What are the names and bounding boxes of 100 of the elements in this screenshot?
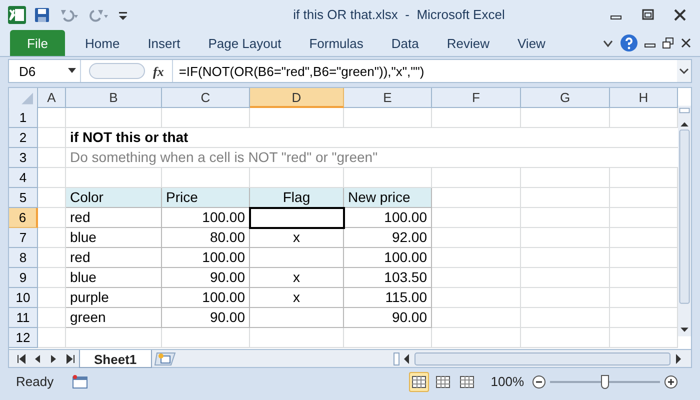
empty-cell[interactable] bbox=[610, 328, 678, 348]
empty-cell[interactable] bbox=[66, 328, 162, 348]
row-header[interactable]: 4 bbox=[9, 168, 38, 188]
row-header[interactable]: 6 bbox=[9, 208, 38, 228]
empty-cell[interactable] bbox=[344, 108, 432, 128]
empty-cell[interactable] bbox=[521, 228, 610, 248]
table-cell[interactable] bbox=[250, 248, 344, 268]
empty-cell[interactable] bbox=[521, 108, 610, 128]
empty-cell[interactable] bbox=[162, 328, 250, 348]
row-header[interactable]: 10 bbox=[9, 288, 38, 308]
empty-cell[interactable] bbox=[432, 268, 521, 288]
empty-cell[interactable] bbox=[432, 108, 521, 128]
zoom-in-icon[interactable] bbox=[664, 375, 678, 390]
select-all-corner-icon[interactable] bbox=[9, 88, 38, 110]
table-cell[interactable]: blue bbox=[66, 228, 162, 248]
sheet-tab[interactable]: Sheet1 bbox=[79, 350, 152, 368]
column-header[interactable]: E bbox=[344, 88, 432, 108]
row-header[interactable]: 7 bbox=[9, 228, 38, 248]
help-icon[interactable] bbox=[620, 34, 638, 52]
row-header[interactable]: 11 bbox=[9, 308, 38, 328]
row-header[interactable]: 2 bbox=[9, 128, 38, 148]
table-cell[interactable]: blue bbox=[66, 268, 162, 288]
ribbon-tab[interactable]: Formulas bbox=[295, 30, 378, 56]
table-cell[interactable]: x bbox=[250, 268, 344, 288]
empty-cell[interactable] bbox=[521, 268, 610, 288]
row-header[interactable]: 1 bbox=[9, 108, 38, 128]
empty-cell[interactable] bbox=[521, 308, 610, 328]
active-cell[interactable] bbox=[250, 208, 344, 228]
close-icon[interactable] bbox=[674, 8, 686, 21]
table-cell[interactable]: 100.00 bbox=[162, 208, 250, 228]
table-cell[interactable]: 115.00 bbox=[344, 288, 432, 308]
restore-icon[interactable] bbox=[662, 37, 674, 50]
table-cell[interactable]: 90.00 bbox=[344, 308, 432, 328]
insert-sheet-icon[interactable] bbox=[154, 352, 176, 366]
expand-formula-bar-icon[interactable] bbox=[677, 60, 691, 82]
ribbon-tab[interactable]: Insert bbox=[134, 30, 194, 56]
row-header[interactable]: 3 bbox=[9, 148, 38, 168]
empty-cell[interactable] bbox=[432, 328, 521, 348]
empty-cell[interactable] bbox=[250, 108, 344, 128]
empty-cell[interactable] bbox=[344, 328, 432, 348]
insert-function-button[interactable]: fx bbox=[153, 62, 164, 82]
table-cell[interactable]: 80.00 bbox=[162, 228, 250, 248]
ribbon-tab[interactable]: Home bbox=[71, 30, 134, 56]
empty-cell[interactable] bbox=[432, 228, 521, 248]
empty-cell[interactable] bbox=[432, 288, 521, 308]
empty-cell[interactable] bbox=[521, 188, 610, 208]
zoom-slider-thumb[interactable] bbox=[601, 375, 609, 390]
close-icon[interactable] bbox=[680, 37, 692, 50]
row-header[interactable]: 5 bbox=[9, 188, 38, 208]
window-title: if this OR that.xlsx - Microsoft Excel bbox=[292, 6, 506, 24]
row-header[interactable]: 9 bbox=[9, 268, 38, 288]
name-box[interactable]: D6 bbox=[9, 60, 81, 82]
empty-cell[interactable] bbox=[162, 108, 250, 128]
row-header[interactable]: 12 bbox=[9, 328, 38, 348]
table-cell[interactable]: 90.00 bbox=[162, 308, 250, 328]
column-header[interactable]: D bbox=[250, 88, 344, 108]
ribbon-tab[interactable]: Page Layout bbox=[194, 30, 296, 56]
zoom-slider[interactable] bbox=[550, 375, 660, 390]
column-header[interactable]: G bbox=[521, 88, 610, 108]
empty-cell[interactable] bbox=[521, 328, 610, 348]
save-icon[interactable] bbox=[34, 6, 50, 23]
file-tab[interactable]: File bbox=[10, 30, 65, 56]
ribbon-tab[interactable]: Review bbox=[432, 30, 504, 56]
maximize-icon[interactable] bbox=[642, 8, 654, 21]
row-header[interactable]: 8 bbox=[9, 248, 38, 268]
ribbon-tab[interactable]: View bbox=[504, 30, 560, 56]
table-cell[interactable]: x bbox=[250, 228, 344, 248]
table-cell[interactable]: x bbox=[250, 288, 344, 308]
column-header[interactable]: A bbox=[38, 88, 66, 108]
empty-cell[interactable] bbox=[250, 328, 344, 348]
table-cell[interactable]: 100.00 bbox=[344, 208, 432, 228]
table-cell[interactable]: red bbox=[66, 248, 162, 268]
normal-view-icon[interactable] bbox=[408, 372, 429, 392]
column-header[interactable]: H bbox=[610, 88, 678, 108]
table-cell[interactable]: 100.00 bbox=[162, 288, 250, 308]
empty-cell[interactable] bbox=[432, 308, 521, 328]
table-cell[interactable]: red bbox=[66, 208, 162, 228]
empty-cell[interactable] bbox=[432, 168, 521, 188]
empty-cell[interactable] bbox=[521, 288, 610, 308]
empty-cell[interactable] bbox=[432, 208, 521, 228]
column-header[interactable]: B bbox=[66, 88, 162, 108]
column-header[interactable]: C bbox=[162, 88, 250, 108]
table-cell[interactable]: 90.00 bbox=[162, 268, 250, 288]
empty-cell[interactable] bbox=[66, 108, 162, 128]
formula-bar-handle[interactable] bbox=[89, 63, 145, 80]
table-cell[interactable]: 92.00 bbox=[344, 228, 432, 248]
macro-recording-icon[interactable] bbox=[72, 375, 88, 390]
table-cell[interactable]: green bbox=[66, 308, 162, 328]
empty-cell[interactable] bbox=[432, 248, 521, 268]
zoom-out-icon[interactable] bbox=[532, 375, 546, 390]
column-header[interactable]: F bbox=[432, 88, 521, 108]
table-cell[interactable]: 100.00 bbox=[344, 248, 432, 268]
empty-cell[interactable] bbox=[521, 208, 610, 228]
table-cell[interactable]: purple bbox=[66, 288, 162, 308]
empty-cell[interactable] bbox=[521, 168, 610, 188]
empty-cell[interactable] bbox=[521, 248, 610, 268]
ribbon-tab[interactable]: Data bbox=[377, 30, 433, 56]
table-cell[interactable]: 103.50 bbox=[344, 268, 432, 288]
table-cell[interactable]: 100.00 bbox=[162, 248, 250, 268]
table-cell[interactable] bbox=[250, 308, 344, 328]
